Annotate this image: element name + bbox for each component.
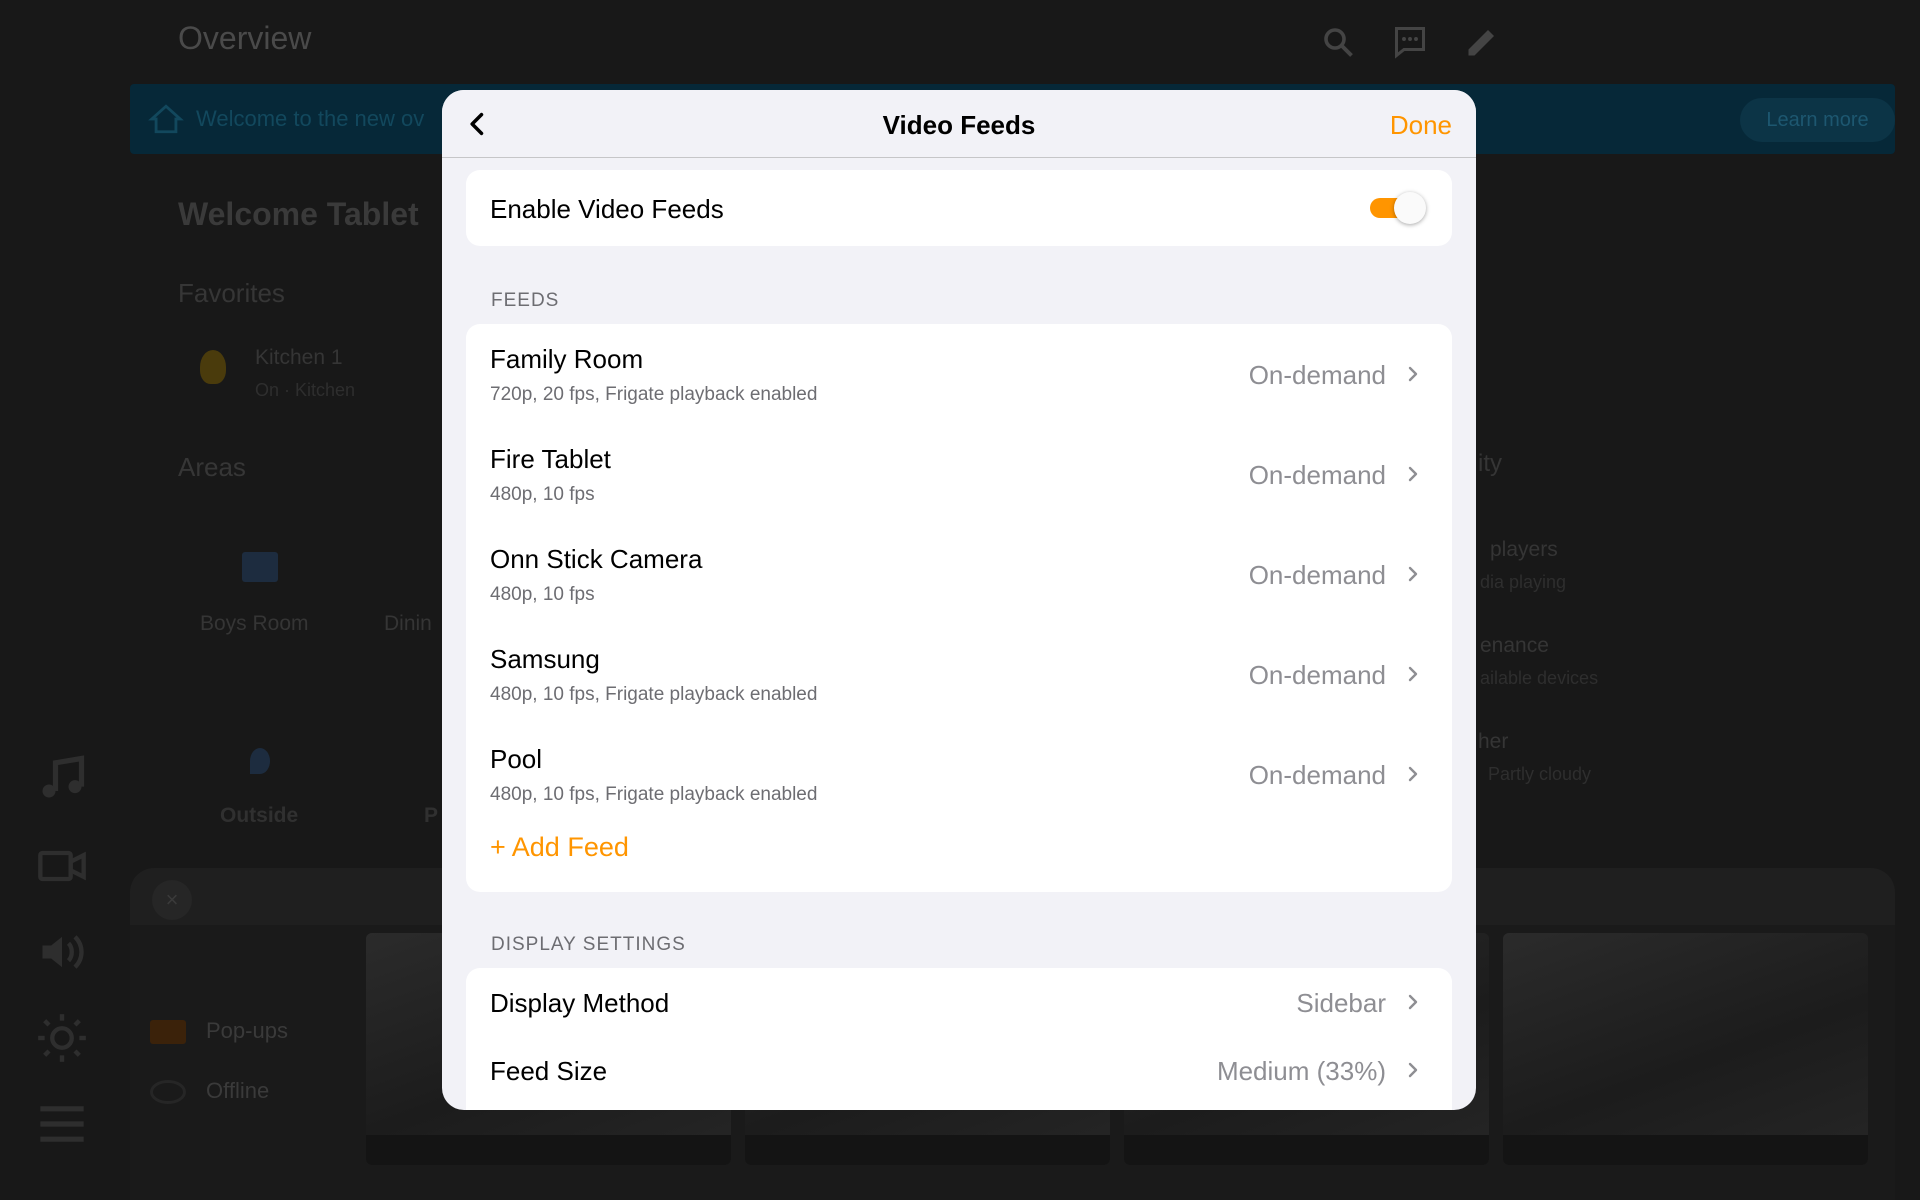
music-icon[interactable] [36,752,88,804]
display-method-label: Display Method [490,988,670,1018]
display-method-value: Sidebar [1296,988,1386,1018]
enable-feeds-toggle[interactable] [1370,192,1426,224]
feed-row-family-room[interactable]: Family Room 720p, 20 fps, Frigate playba… [466,324,1452,424]
popup-camera-icon [150,1020,186,1044]
feed-row-pool[interactable]: Pool 480p, 10 fps, Frigate playback enab… [466,724,1452,824]
feed-mode: On-demand [1248,360,1386,390]
feed-detail: 480p, 10 fps [490,584,595,605]
bulb-icon [200,350,226,384]
feed-name: Pool [490,744,543,774]
menu-icon[interactable] [36,1098,88,1150]
modal-title: Video Feeds [882,110,1036,140]
areas-label: Areas [178,452,246,482]
brightness-icon[interactable] [36,1012,88,1064]
area-dining[interactable]: Dinin [384,612,432,636]
assist-chat-icon[interactable] [1392,24,1428,60]
page-title: Overview [178,20,312,56]
enable-feeds-label: Enable Video Feeds [490,194,724,224]
feed-detail: 480p, 10 fps [490,484,595,505]
media-players-label: players [1490,538,1558,561]
modal-header: Video Feeds Done [442,90,1476,158]
area-partial[interactable]: P [424,804,438,828]
feed-name: Onn Stick Camera [490,544,703,574]
feed-row-samsung[interactable]: Samsung 480p, 10 fps, Frigate playback e… [466,624,1452,724]
display-settings-header: DISPLAY SETTINGS [491,934,686,955]
feed-size-value: Medium (33%) [1216,1056,1386,1086]
chevron-right-icon [1408,1062,1418,1078]
security-fragment: ity [1478,450,1502,477]
feed-row-fire-tablet[interactable]: Fire Tablet 480p, 10 fps On-demand [466,424,1452,524]
eye-off-icon [150,1080,186,1104]
display-settings-list: Display Method Sidebar Feed Size Medium … [466,968,1452,1110]
video-camera-icon[interactable] [36,840,88,892]
area-outside[interactable]: Outside [220,804,298,828]
maintenance-label: enance [1480,634,1549,657]
home-assistant-logo-icon [148,104,184,134]
legend-popups: Pop-ups [206,1018,288,1043]
feed-mode: On-demand [1248,460,1386,490]
search-icon[interactable] [1320,24,1356,60]
feed-name: Fire Tablet [490,444,611,474]
area-boys-room[interactable]: Boys Room [200,612,309,636]
close-icon[interactable]: × [152,880,192,920]
feed-size-row[interactable]: Feed Size Medium (33%) [466,1036,1452,1104]
dashboard-heading: Welcome Tablet [178,196,419,232]
tree-icon [250,748,270,774]
learn-more-button[interactable]: Learn more [1740,98,1895,142]
bed-icon [242,552,278,582]
media-status: dia playing [1480,572,1567,592]
chevron-right-icon [1408,366,1418,382]
add-feed-button[interactable]: + Add Feed [490,832,629,863]
camera-thumbnail[interactable] [1503,933,1868,1165]
feeds-section-header: FEEDS [491,290,560,311]
favorite-name[interactable]: Kitchen 1 [255,346,343,370]
edit-pencil-icon[interactable] [1464,24,1500,60]
feed-detail: 480p, 10 fps, Frigate playback enabled [490,784,818,805]
banner-text: Welcome to the new ov [196,106,425,131]
feed-detail: 720p, 20 fps, Frigate playback enabled [490,384,818,405]
volume-icon[interactable] [36,926,88,978]
feed-name: Family Room [490,344,644,374]
feeds-list: Family Room 720p, 20 fps, Frigate playba… [466,324,1452,892]
feed-mode: On-demand [1248,660,1386,690]
enable-feeds-card: Enable Video Feeds [466,170,1452,246]
done-button[interactable]: Done [1390,110,1452,141]
toggle-knob [1394,192,1426,224]
chevron-right-icon [1408,766,1418,782]
favorites-label: Favorites [178,278,285,308]
feed-mode: On-demand [1248,760,1386,790]
video-feeds-modal: Video Feeds Done Enable Video Feeds FEED… [442,90,1476,1110]
chevron-right-icon [1408,566,1418,582]
maintenance-status: ailable devices [1480,668,1599,688]
weather-label: her [1478,730,1509,753]
legend-offline: Offline [206,1078,270,1103]
feed-size-label: Feed Size [490,1056,608,1086]
display-method-row[interactable]: Display Method Sidebar [466,968,1452,1036]
chevron-right-icon [1408,466,1418,482]
chevron-right-icon [1408,994,1418,1010]
chevron-right-icon [1408,666,1418,682]
feed-name: Samsung [490,644,600,674]
favorite-status: On · Kitchen [255,380,356,400]
feed-detail: 480p, 10 fps, Frigate playback enabled [490,684,818,705]
weather-status: Partly cloudy [1488,764,1592,784]
feed-mode: On-demand [1248,560,1386,590]
feed-row-onn-stick-camera[interactable]: Onn Stick Camera 480p, 10 fps On-demand [466,524,1452,624]
